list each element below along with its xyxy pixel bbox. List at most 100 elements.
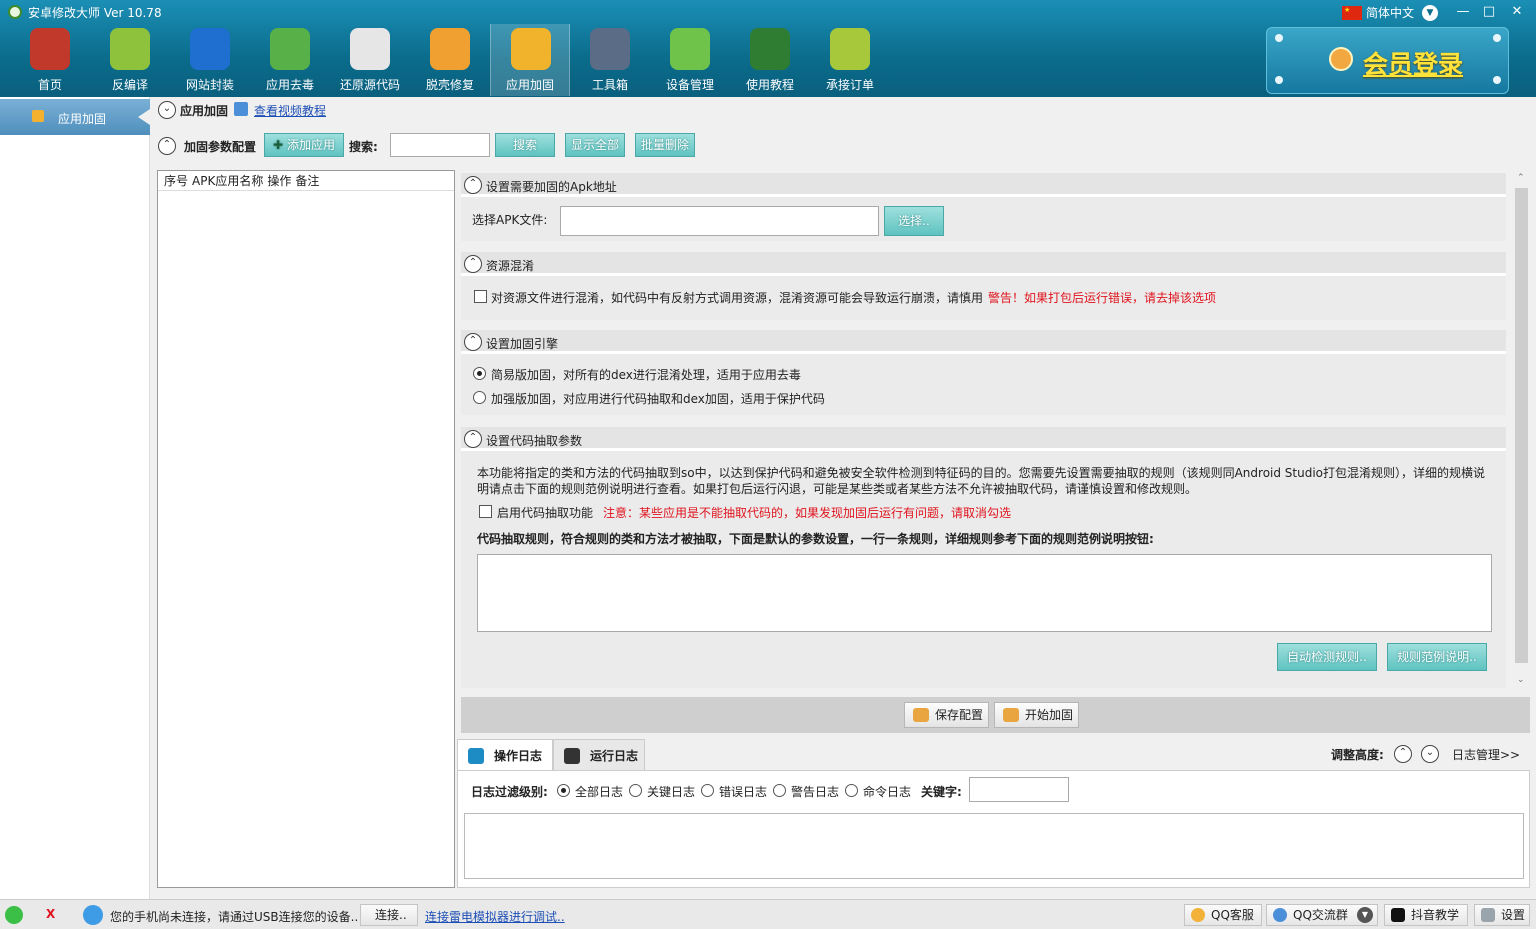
collapse-icon[interactable]: ⌃ <box>464 255 482 273</box>
minimize-button[interactable]: — <box>1451 2 1475 22</box>
toolbar-item-label: 网站封装 <box>185 78 234 92</box>
maximize-button[interactable]: □ <box>1477 2 1501 22</box>
emulator-link[interactable]: 连接雷电模拟器进行调试.. <box>425 908 565 925</box>
log-level-radio[interactable] <box>629 784 642 797</box>
save-config-button[interactable]: 保存配置 <box>904 702 989 728</box>
section-header[interactable]: ⌃ 资源混淆 <box>461 252 1506 276</box>
batch-delete-button[interactable]: 批量删除 <box>635 133 695 157</box>
douyin-tutorial-label: 抖音教学 <box>1411 908 1460 922</box>
chevron-down-icon[interactable]: ▼ <box>1422 4 1439 21</box>
auto-detect-rules-button[interactable]: 自动检测规则.. <box>1277 643 1377 671</box>
settings-button[interactable]: 设置 <box>1474 904 1530 926</box>
column-header[interactable]: 操作 <box>267 171 291 190</box>
log-level-label[interactable]: 关键日志 <box>647 783 695 800</box>
engine-enhanced-radio[interactable] <box>473 391 486 404</box>
connect-button[interactable]: 连接.. <box>360 904 418 926</box>
section-header[interactable]: ⌃ 设置代码抽取参数 <box>461 427 1506 451</box>
log-level-label[interactable]: 警告日志 <box>791 783 839 800</box>
section-header[interactable]: ⌃ 设置需要加固的Apk地址 <box>461 173 1506 197</box>
obfuscate-warning: 警告！如果打包后运行错误，请去掉该选项 <box>988 291 1217 305</box>
log-level-label[interactable]: 命令日志 <box>863 783 911 800</box>
start-hardening-button[interactable]: 开始加固 <box>994 702 1079 728</box>
scroll-thumb[interactable] <box>1515 188 1528 663</box>
collapse-all-icon[interactable]: ⌄ <box>158 101 176 119</box>
member-login-button[interactable]: 会员登录 <box>1266 27 1509 94</box>
collapse-icon[interactable]: ⌃ <box>464 430 482 448</box>
log-level-radio[interactable] <box>845 784 858 797</box>
qq-service-button[interactable]: QQ客服 <box>1184 904 1262 926</box>
column-header[interactable]: 备注 <box>295 171 319 190</box>
disconnected-x-icon: X <box>46 907 56 921</box>
panel-scrollbar[interactable]: ⌃ ⌄ <box>1513 173 1530 690</box>
toolbar-item-10[interactable]: 承接订单 <box>810 24 890 96</box>
toolbar-item-8[interactable]: 设备管理 <box>650 24 730 96</box>
enable-extract-label[interactable]: 启用代码抽取功能 <box>497 504 593 521</box>
video-tutorial-link[interactable]: 查看视频教程 <box>254 102 326 119</box>
log-manage-link[interactable]: 日志管理>> <box>1452 746 1520 763</box>
decrease-height-icon[interactable]: ⌄ <box>1421 745 1439 763</box>
log-level-radio[interactable] <box>701 784 714 797</box>
scroll-down-icon[interactable]: ⌄ <box>1517 675 1525 685</box>
log-output[interactable] <box>464 813 1524 879</box>
toolbar-item-0[interactable]: 首页 <box>10 24 90 96</box>
collapse-config-icon[interactable]: ⌃ <box>158 137 176 155</box>
apk-file-input[interactable] <box>560 206 879 236</box>
search-button[interactable]: 搜索 <box>495 133 555 157</box>
extract-description-line2: 明请点击下面的规则范例说明进行查看。如果打包后运行闪退，可能是某些类或者某些方法… <box>477 482 1198 496</box>
scroll-up-icon[interactable]: ⌃ <box>1517 173 1525 183</box>
extract-rules-textarea[interactable] <box>477 554 1492 632</box>
engine-simple-radio[interactable] <box>473 367 486 380</box>
rules-example-button[interactable]: 规则范例说明.. <box>1387 643 1487 671</box>
section-title: 资源混淆 <box>486 259 535 273</box>
douyin-tutorial-button[interactable]: 抖音教学 <box>1384 904 1468 926</box>
apk-list[interactable]: 序号 APK应用名称 操作 备注 <box>157 170 455 888</box>
collapse-icon[interactable]: ⌃ <box>464 333 482 351</box>
toolbar-item-9[interactable]: 使用教程 <box>730 24 810 96</box>
section-header[interactable]: ⌃ 设置加固引擎 <box>461 330 1506 354</box>
engine-enhanced-label[interactable]: 加强版加固，对应用进行代码抽取和dex加固，适用于保护代码 <box>491 390 825 407</box>
toolbar-item-4[interactable]: 还原源代码 <box>330 24 410 96</box>
tab-run-log-label: 运行日志 <box>590 749 639 763</box>
chalkboard-icon <box>750 28 790 70</box>
toolbar-item-label: 设备管理 <box>665 78 714 92</box>
qq-group-button[interactable]: QQ交流群 ▼ <box>1266 904 1378 926</box>
apk-file-label: 选择APK文件: <box>472 213 548 227</box>
log-level-radio[interactable] <box>557 784 570 797</box>
close-button[interactable]: ✕ <box>1505 2 1529 22</box>
enable-extract-checkbox[interactable] <box>479 505 492 518</box>
collapse-icon[interactable]: ⌃ <box>464 176 482 194</box>
toolbar-item-1[interactable]: 反编译 <box>90 24 170 96</box>
toolbar-item-3[interactable]: 应用去毒 <box>250 24 330 96</box>
column-header[interactable]: APK应用名称 <box>192 171 263 190</box>
search-input[interactable] <box>390 133 490 157</box>
section-engine: ⌃ 设置加固引擎 简易版加固，对所有的dex进行混淆处理，适用于应用去毒 加强版… <box>461 330 1506 415</box>
section-title: 设置代码抽取参数 <box>486 434 583 448</box>
rivet-icon <box>1493 34 1501 42</box>
toolbar-item-5[interactable]: 脱壳修复 <box>410 24 490 96</box>
tab-run-log[interactable]: 运行日志 <box>553 739 645 771</box>
log-level-radio[interactable] <box>773 784 786 797</box>
log-level-label[interactable]: 错误日志 <box>719 783 767 800</box>
chevron-down-icon[interactable]: ▼ <box>1357 907 1373 923</box>
radar-icon <box>670 28 710 70</box>
log-level-label[interactable]: 全部日志 <box>575 783 623 800</box>
app-window: 安卓修改大师 Ver 10.78 简体中文 ▼ — □ ✕ 首页反编译网站封装应… <box>0 0 1536 929</box>
log-panel: 日志过滤级别: 全部日志 关键日志 错误日志 警告日志 命令日志 关键字: <box>457 770 1530 888</box>
tab-operation-log[interactable]: 操作日志 <box>457 739 553 771</box>
add-app-button[interactable]: ✚ 添加应用 <box>264 133 344 157</box>
sidebar-item-app-hardening[interactable]: 应用加固 <box>0 99 150 135</box>
toolbar-item-6[interactable]: 应用加固 <box>490 24 570 96</box>
show-all-button[interactable]: 显示全部 <box>565 133 625 157</box>
qq-group-icon <box>1273 908 1287 922</box>
choose-apk-button[interactable]: 选择.. <box>884 206 944 236</box>
obfuscate-option-label[interactable]: 对资源文件进行混淆，如代码中有反射方式调用资源，混淆资源可能会导致运行崩溃，请慎… <box>491 289 983 306</box>
column-header[interactable]: 序号 <box>164 171 188 190</box>
toolbar-item-2[interactable]: 网站封装 <box>170 24 250 96</box>
extract-rules-label: 代码抽取规则，符合规则的类和方法才被抽取，下面是默认的参数设置，一行一条规则，详… <box>477 532 1154 546</box>
obfuscate-checkbox[interactable] <box>474 290 487 303</box>
language-selector[interactable]: 简体中文 ▼ <box>1342 4 1439 21</box>
increase-height-icon[interactable]: ⌃ <box>1394 745 1412 763</box>
toolbar-item-7[interactable]: 工具箱 <box>570 24 650 96</box>
keyword-input[interactable] <box>969 777 1069 802</box>
engine-simple-label[interactable]: 简易版加固，对所有的dex进行混淆处理，适用于应用去毒 <box>491 366 801 383</box>
